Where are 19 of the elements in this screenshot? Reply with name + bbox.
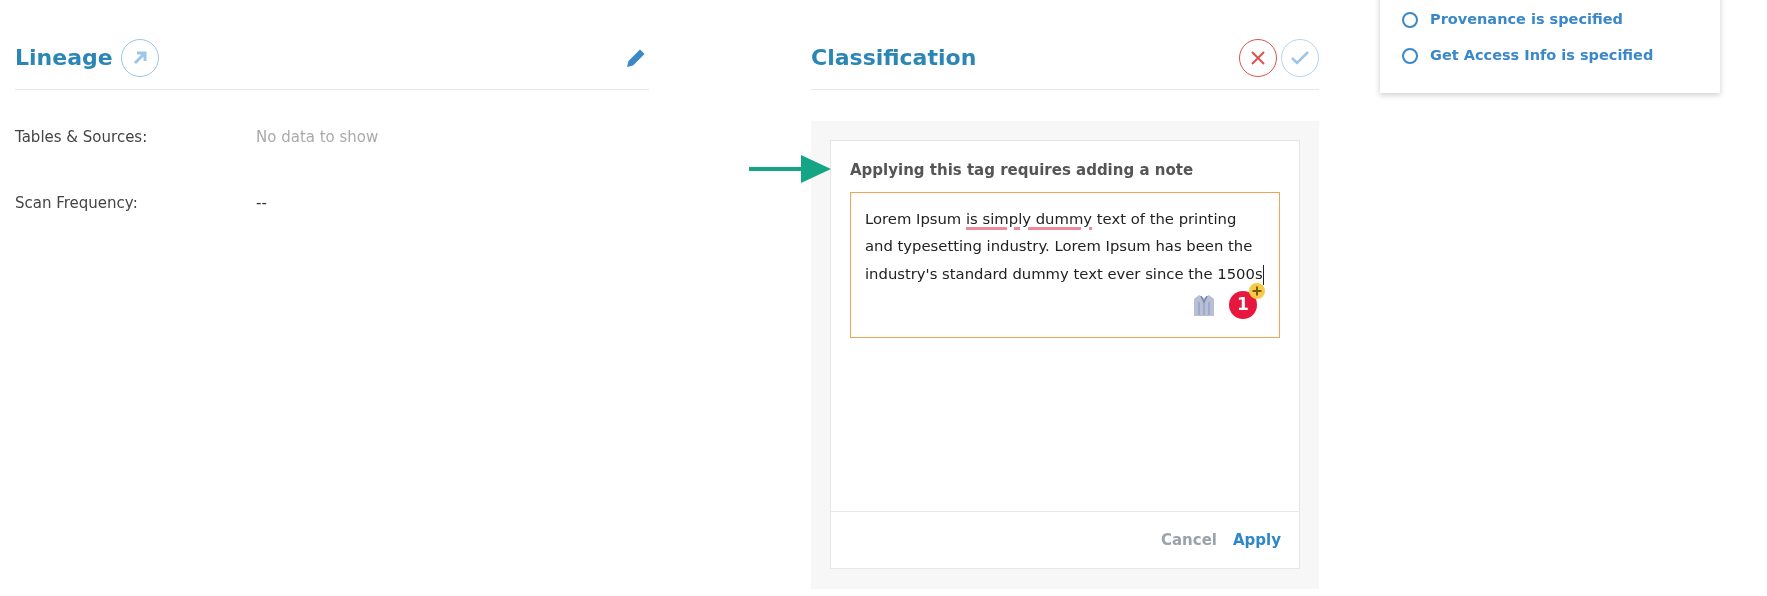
cancel-button[interactable]: Cancel: [1158, 526, 1219, 554]
section-title: Lineage: [15, 44, 113, 72]
checklist-item: Provenance is specified: [1430, 10, 1623, 30]
close-icon: [1250, 49, 1266, 66]
field-value: --: [256, 192, 267, 214]
field-value: No data to show: [256, 126, 379, 148]
note-heading: Applying this tag requires adding a note: [849, 160, 1195, 181]
field-label: Tables & Sources:: [15, 126, 149, 148]
field-label: Scan Frequency:: [15, 192, 139, 214]
apply-button[interactable]: Apply: [1231, 526, 1283, 554]
close-button[interactable]: [1239, 38, 1277, 77]
shirt-icon: [1193, 292, 1215, 317]
radio-circle[interactable]: [1402, 48, 1418, 64]
section-title: Classification: [811, 44, 977, 72]
check-icon: [1290, 49, 1310, 66]
checklist-item: Get Access Info is specified: [1430, 46, 1654, 66]
plus-icon: [1249, 282, 1265, 299]
radio-circle[interactable]: [1402, 12, 1418, 28]
note-field[interactable]: Lorem Ipsum is simply dummy text of the printing and typesetting industry. Lorem Ipsum has been the industry's standard dummy text ever since the 1500s 1: [850, 191, 1280, 338]
